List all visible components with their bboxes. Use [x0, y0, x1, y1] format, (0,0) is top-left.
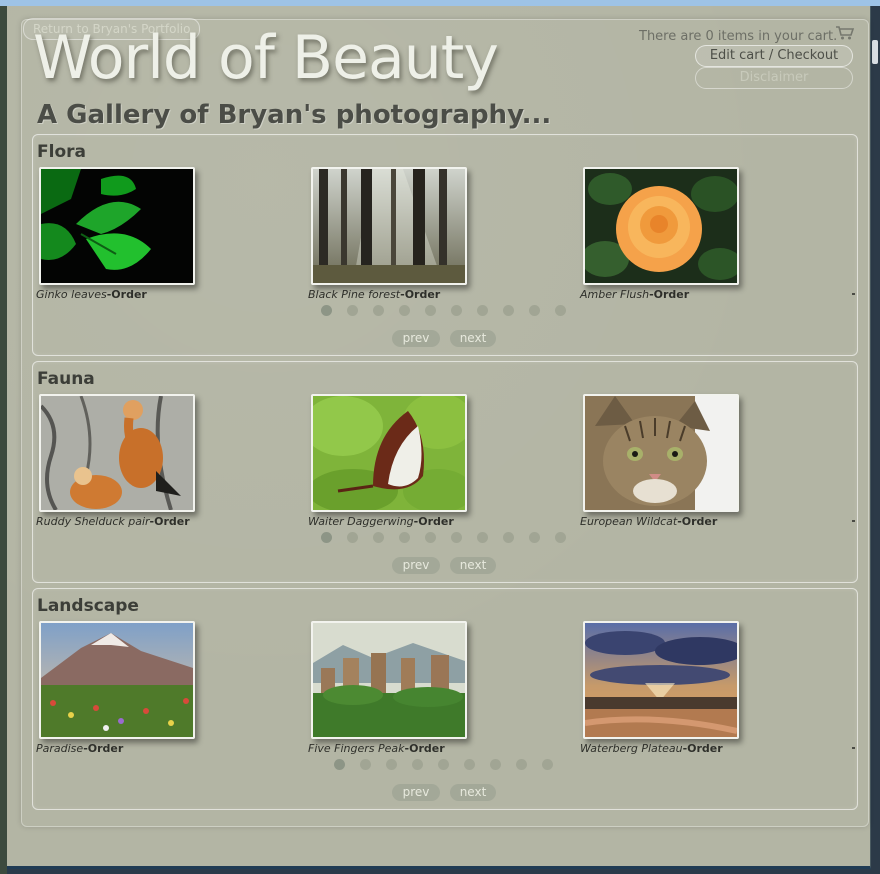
photo-caption: Amber Flush-Order	[580, 288, 689, 301]
photo-thumbnail-waterberg-plateau[interactable]	[583, 621, 739, 739]
photo-caption: Five Fingers Peak-Order	[308, 742, 445, 755]
order-link[interactable]: -Order	[150, 515, 190, 528]
photo-caption: Paradise-Order	[36, 742, 123, 755]
edit-cart-checkout-button[interactable]: Edit cart / Checkout	[695, 45, 853, 67]
pager-dot[interactable]	[347, 305, 358, 316]
pager-dot[interactable]	[412, 759, 423, 770]
photo-thumbnail-paradise[interactable]	[39, 621, 195, 739]
photo-title: Five Fingers Peak	[308, 742, 405, 755]
ruddy-shelduck-image	[41, 396, 193, 510]
pager-dot[interactable]	[516, 759, 527, 770]
photo-caption: European Wildcat-Order	[580, 515, 717, 528]
next-button[interactable]: next	[450, 557, 496, 574]
disclaimer-button[interactable]: Disclaimer	[695, 67, 853, 89]
gallery-landscape: Landscape Paradise-Order Five Fingers Pe…	[32, 588, 858, 810]
photo-caption: Waiter Daggerwing-Order	[308, 515, 454, 528]
order-link[interactable]: -Order	[649, 288, 689, 301]
order-link[interactable]: -Order	[107, 288, 147, 301]
photo-title: Ruddy Shelduck pair	[36, 515, 150, 528]
order-link[interactable]: -Order	[414, 515, 454, 528]
paradise-meadow-image	[41, 623, 193, 737]
pager-dot[interactable]	[425, 305, 436, 316]
order-link[interactable]: -Order	[677, 515, 717, 528]
waiter-daggerwing-image	[313, 396, 465, 510]
pager-dot[interactable]	[477, 305, 488, 316]
gallery-page: Return to Bryan's Portfolio World of Bea…	[7, 6, 871, 869]
photo-thumbnail-ruddy-shelduck-pair[interactable]	[39, 394, 195, 512]
black-pine-forest-image	[313, 169, 465, 283]
pager-dot[interactable]	[438, 759, 449, 770]
photo-thumbnail-amber-flush[interactable]	[583, 167, 739, 285]
scrollbar-thumb[interactable]	[872, 40, 878, 64]
waterberg-plateau-image	[585, 623, 737, 737]
left-window-edge	[0, 6, 7, 874]
pager-dot[interactable]	[334, 759, 345, 770]
photo-title: Waterberg Plateau	[580, 742, 683, 755]
order-link[interactable]: -Order	[400, 288, 440, 301]
prev-button[interactable]: prev	[392, 784, 440, 801]
photo-title: Waiter Daggerwing	[308, 515, 414, 528]
pager-dot[interactable]	[321, 532, 332, 543]
gallery-heading: Landscape	[37, 596, 139, 616]
pager-dot[interactable]	[373, 305, 384, 316]
photo-title: Black Pine forest	[308, 288, 401, 301]
pager-dot[interactable]	[360, 759, 371, 770]
pager-dot[interactable]	[529, 305, 540, 316]
pager-dot[interactable]	[490, 759, 501, 770]
pager-dot[interactable]	[347, 532, 358, 543]
pager-dot[interactable]	[542, 759, 553, 770]
overflow-marker	[852, 293, 855, 295]
right-scrollbar-track[interactable]	[870, 6, 880, 874]
prev-button[interactable]: prev	[392, 557, 440, 574]
photo-title: Paradise	[36, 742, 84, 755]
pager-dot[interactable]	[386, 759, 397, 770]
site-title: World of Beauty	[33, 23, 499, 93]
photo-caption: Black Pine forest-Order	[308, 288, 440, 301]
next-button[interactable]: next	[450, 330, 496, 347]
cart-status-text: There are 0 items in your cart.	[639, 29, 838, 44]
photo-caption: Waterberg Plateau-Order	[580, 742, 723, 755]
site-subtitle: A Gallery of Bryan's photography...	[37, 100, 552, 130]
pager-dot[interactable]	[464, 759, 475, 770]
order-link[interactable]: -Order	[83, 742, 123, 755]
pager-dot[interactable]	[373, 532, 384, 543]
overflow-marker	[852, 747, 855, 749]
overflow-marker	[852, 520, 855, 522]
order-link[interactable]: -Order	[683, 742, 723, 755]
gallery-flora: Flora Ginko leaves-Order Black Pine fore…	[32, 134, 858, 356]
photo-caption: Ruddy Shelduck pair-Order	[36, 515, 190, 528]
european-wildcat-image	[585, 396, 737, 510]
pager-dot[interactable]	[425, 532, 436, 543]
pager-dot[interactable]	[321, 305, 332, 316]
photo-thumbnail-black-pine-forest[interactable]	[311, 167, 467, 285]
pager-dot[interactable]	[555, 305, 566, 316]
photo-title: European Wildcat	[580, 515, 678, 528]
prev-button[interactable]: prev	[392, 330, 440, 347]
next-button[interactable]: next	[450, 784, 496, 801]
pager-dot[interactable]	[555, 532, 566, 543]
five-fingers-peak-image	[313, 623, 465, 737]
pager-dot[interactable]	[503, 305, 514, 316]
photo-thumbnail-european-wildcat[interactable]	[583, 394, 739, 512]
photo-thumbnail-five-fingers-peak[interactable]	[311, 621, 467, 739]
pager-dot[interactable]	[451, 532, 462, 543]
pager-dot[interactable]	[477, 532, 488, 543]
order-link[interactable]: -Order	[405, 742, 445, 755]
ginko-leaves-image	[41, 169, 193, 283]
amber-flush-rose-image	[585, 169, 737, 283]
shopping-cart-icon[interactable]	[835, 25, 855, 41]
pager-dot[interactable]	[399, 532, 410, 543]
pager-dot[interactable]	[529, 532, 540, 543]
photo-caption: Ginko leaves-Order	[36, 288, 147, 301]
pager-dot[interactable]	[503, 532, 514, 543]
photo-title: Ginko leaves	[36, 288, 107, 301]
gallery-heading: Fauna	[37, 369, 95, 389]
pager-dot[interactable]	[451, 305, 462, 316]
photo-thumbnail-ginko-leaves[interactable]	[39, 167, 195, 285]
gallery-fauna: Fauna Ruddy Shelduck pair-Order Waiter D…	[32, 361, 858, 583]
photo-thumbnail-waiter-daggerwing[interactable]	[311, 394, 467, 512]
photo-title: Amber Flush	[580, 288, 650, 301]
gallery-heading: Flora	[37, 142, 86, 162]
pager-dot[interactable]	[399, 305, 410, 316]
